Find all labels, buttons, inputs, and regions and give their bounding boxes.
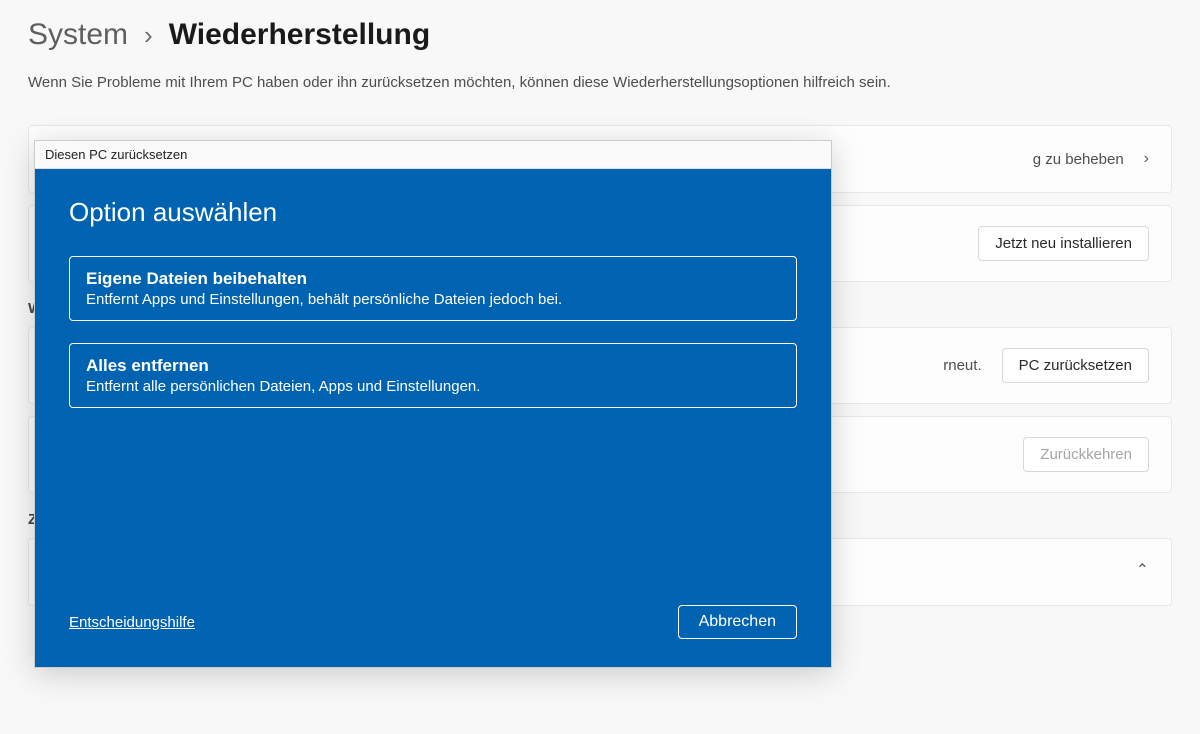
goback-button: Zurückkehren xyxy=(1023,437,1149,472)
reinstall-button[interactable]: Jetzt neu installieren xyxy=(978,226,1149,261)
dialog-heading: Option auswählen xyxy=(69,197,797,228)
chevron-up-icon: ⌃ xyxy=(1136,560,1149,580)
option-keep-files[interactable]: Eigene Dateien beibehalten Entfernt Apps… xyxy=(69,256,797,321)
option-desc: Entfernt alle persönlichen Dateien, Apps… xyxy=(86,378,780,395)
option-desc: Entfernt Apps und Einstellungen, behält … xyxy=(86,291,780,308)
breadcrumb: System › Wiederherstellung xyxy=(28,18,1172,52)
option-title: Eigene Dateien beibehalten xyxy=(86,269,780,289)
chevron-right-icon: › xyxy=(1144,150,1149,168)
page-subtitle: Wenn Sie Probleme mit Ihrem PC haben ode… xyxy=(28,74,1172,91)
dialog-titlebar: Diesen PC zurücksetzen xyxy=(35,141,831,169)
dialog-body: Option auswählen Eigene Dateien beibehal… xyxy=(35,169,831,667)
reset-button[interactable]: PC zurücksetzen xyxy=(1002,348,1149,383)
chevron-right-icon: › xyxy=(144,20,153,51)
dialog-footer: Entscheidungshilfe Abbrechen xyxy=(69,605,797,639)
cancel-button[interactable]: Abbrechen xyxy=(678,605,797,639)
reset-pc-dialog: Diesen PC zurücksetzen Option auswählen … xyxy=(34,140,832,668)
option-remove-all[interactable]: Alles entfernen Entfernt alle persönlich… xyxy=(69,343,797,408)
page-title: Wiederherstellung xyxy=(169,18,430,52)
option-title: Alles entfernen xyxy=(86,356,780,376)
breadcrumb-parent[interactable]: System xyxy=(28,18,128,52)
help-link[interactable]: Entscheidungshilfe xyxy=(69,614,195,631)
